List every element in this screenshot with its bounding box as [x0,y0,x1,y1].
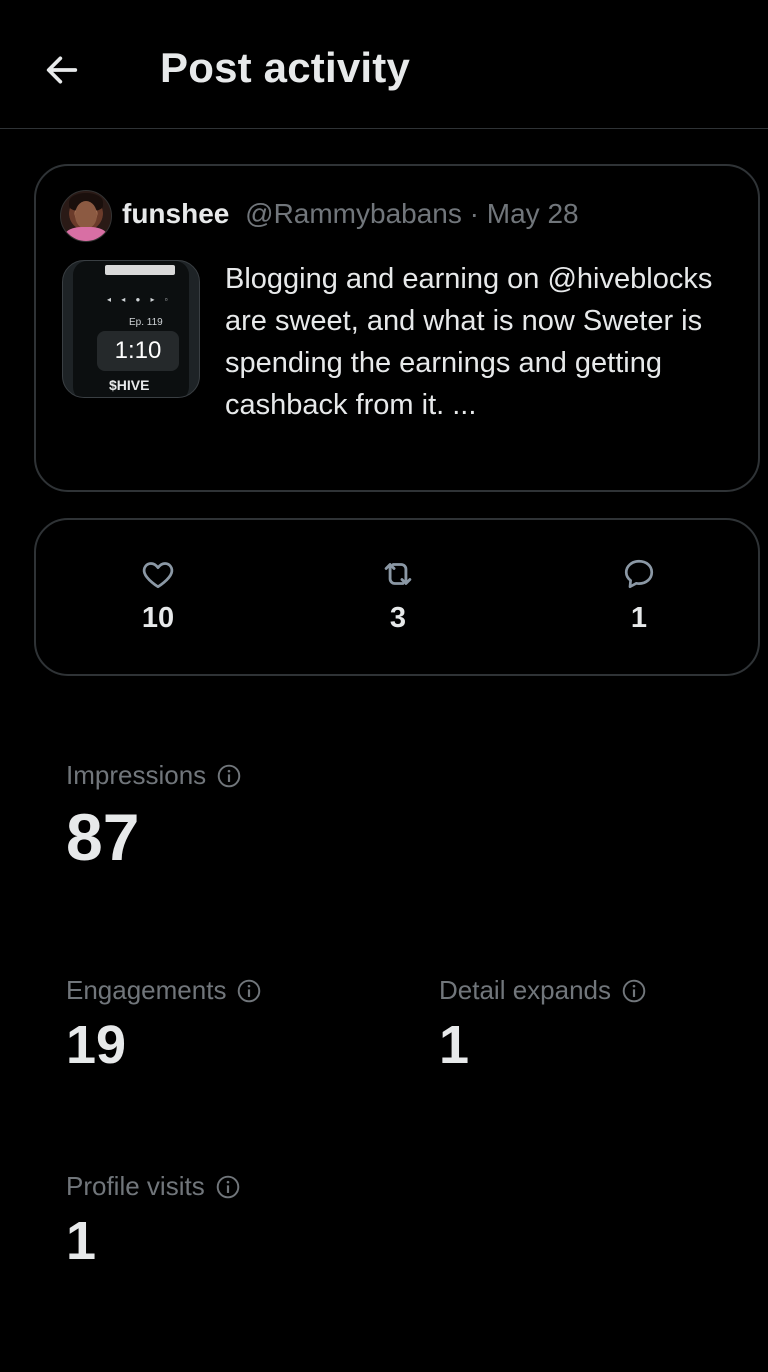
impressions-label: Impressions [66,760,207,790]
info-icon[interactable] [621,978,647,1004]
profile-visits-label: Profile visits [66,1171,205,1201]
media-ticker: $HIVE [109,377,150,393]
reposts-stat[interactable]: 3 [338,554,458,644]
post-date: May 28 [486,198,579,229]
media-controls: ◂ ◂ ● ▸ ▫ [107,295,172,304]
engagements-metric: Engagements 19 [66,975,262,1076]
reply-icon [624,559,654,589]
engagements-value: 19 [66,1015,127,1075]
info-icon[interactable] [236,978,262,1004]
profile-visits-metric: Profile visits 1 [66,1171,241,1272]
impressions-value: 87 [66,800,140,874]
separator: · [469,198,479,229]
post-card[interactable]: funshee @Rammybabans · May 28 ◂ ◂ ● ▸ ▫ … [34,164,760,492]
replies-count: 1 [630,602,648,634]
page-title: Post activity [160,44,411,91]
detail-expands-value: 1 [439,1015,470,1075]
engagements-label: Engagements [66,975,227,1005]
engagement-stats-card: 10 3 1 [34,518,760,676]
video-duration: 1:10 [97,331,179,371]
avatar[interactable] [60,190,112,242]
header: Post activity [0,0,768,129]
detail-expands-metric: Detail expands 1 [439,975,647,1076]
detail-expands-label: Detail expands [439,975,611,1005]
reposts-count: 3 [389,602,407,634]
author-name[interactable]: funshee [122,198,229,229]
profile-visits-value: 1 [66,1211,97,1271]
post-activity-screen: Post activity funshee @Rammybabans · May… [0,0,768,1372]
arrow-left-icon [46,56,78,84]
post-header: funshee @Rammybabans · May 28 [122,198,579,230]
heart-icon [142,562,174,589]
back-button[interactable] [36,44,88,96]
likes-count: 10 [141,602,175,634]
media-episode: Ep. 119 [129,317,163,328]
media-thumbnail[interactable]: ◂ ◂ ● ▸ ▫ Ep. 119 1:10 $HIVE [62,260,200,398]
info-icon[interactable] [215,1174,241,1200]
repost-icon [384,563,412,585]
media-topbar [105,265,175,275]
info-icon[interactable] [216,763,242,789]
post-text: Blogging and earning on @hiveblocks are … [225,263,713,421]
impressions-metric: Impressions 87 [66,760,242,875]
replies-stat[interactable]: 1 [579,554,699,644]
author-handle[interactable]: @Rammybabans [245,198,462,229]
likes-stat[interactable]: 10 [98,554,218,644]
